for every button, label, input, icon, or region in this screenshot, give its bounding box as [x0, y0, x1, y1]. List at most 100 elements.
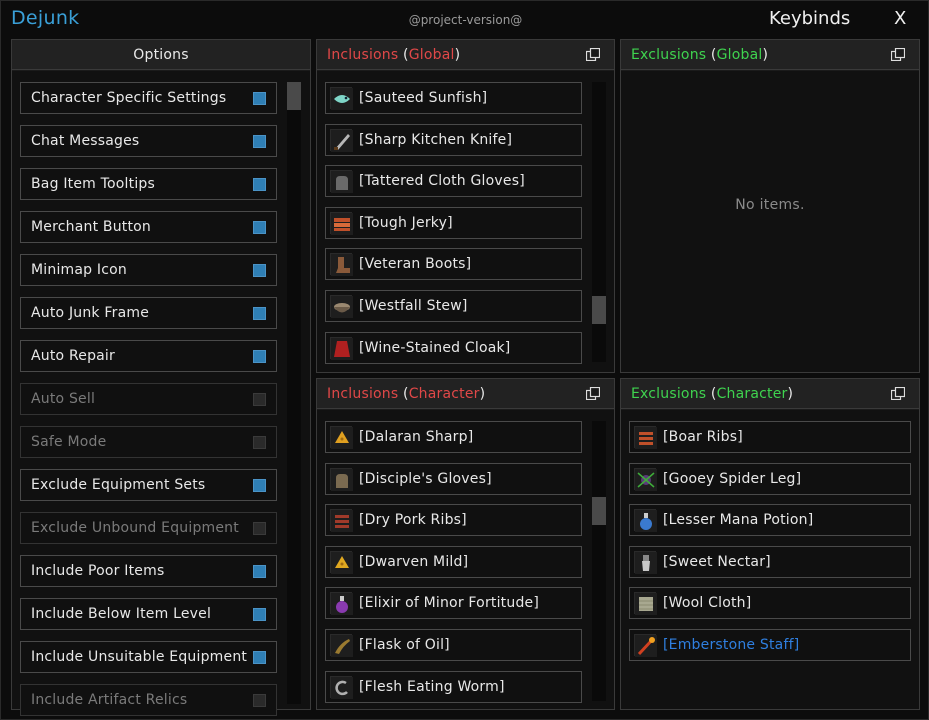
- item-label: [Tattered Cloth Gloves]: [359, 173, 525, 190]
- item-label: [Wool Cloth]: [663, 595, 752, 612]
- cheese-icon: [330, 550, 353, 574]
- item-row[interactable]: [Elixir of Minor Fortitude]: [325, 587, 582, 620]
- option-row: Exclude Unbound Equipment: [20, 512, 277, 544]
- close-button[interactable]: X: [894, 8, 906, 29]
- item-row[interactable]: [Emberstone Staff]: [629, 629, 911, 661]
- options-header: Options: [12, 40, 310, 70]
- inclusions-global-scrollbar[interactable]: [592, 82, 606, 362]
- item-label: [Sharp Kitchen Knife]: [359, 131, 513, 148]
- option-label: Auto Junk Frame: [31, 305, 150, 321]
- inclusions-global-title: Inclusions (Global): [327, 47, 461, 63]
- option-row[interactable]: Minimap Icon: [20, 254, 277, 286]
- item-row[interactable]: [Flask of Oil]: [325, 629, 582, 661]
- option-checkbox[interactable]: [253, 651, 266, 664]
- jerky-icon: [330, 211, 353, 235]
- option-row[interactable]: Chat Messages: [20, 125, 277, 157]
- option-checkbox[interactable]: [253, 307, 266, 320]
- popout-icon[interactable]: [891, 48, 905, 61]
- potion-icon: [634, 509, 657, 533]
- nectar-icon: [634, 550, 657, 574]
- potion-icon: [330, 592, 353, 616]
- cloak-icon: [330, 336, 353, 360]
- item-row[interactable]: [Wine-Stained Cloak]: [325, 331, 582, 364]
- item-row[interactable]: [Dwarven Mild]: [325, 545, 582, 578]
- option-checkbox[interactable]: [253, 565, 266, 578]
- gloves-icon: [330, 467, 353, 491]
- option-checkbox[interactable]: [253, 178, 266, 191]
- inclusions-global-scroll-thumb[interactable]: [592, 296, 606, 324]
- item-row[interactable]: [Tough Jerky]: [325, 206, 582, 239]
- option-checkbox[interactable]: [253, 264, 266, 277]
- option-label: Character Specific Settings: [31, 90, 227, 106]
- flask-icon: [330, 634, 353, 657]
- item-row[interactable]: [Veteran Boots]: [325, 248, 582, 281]
- item-row[interactable]: [Dry Pork Ribs]: [325, 504, 582, 537]
- item-row[interactable]: [Westfall Stew]: [325, 290, 582, 322]
- item-row[interactable]: [Gooey Spider Leg]: [629, 462, 911, 495]
- options-scrollbar[interactable]: [287, 82, 301, 704]
- worm-icon: [330, 675, 353, 699]
- option-checkbox[interactable]: [253, 350, 266, 363]
- item-row[interactable]: [Lesser Mana Potion]: [629, 504, 911, 537]
- ribs-icon: [634, 426, 657, 449]
- option-label: Include Unsuitable Equipment: [31, 649, 248, 665]
- option-label: Auto Repair: [31, 348, 115, 364]
- item-label: [Westfall Stew]: [359, 298, 468, 314]
- inclusions-character-header: Inclusions (Character): [317, 379, 614, 409]
- inclusions-global-header: Inclusions (Global): [317, 40, 614, 70]
- option-row[interactable]: Merchant Button: [20, 211, 277, 243]
- exclusions-global-panel: Exclusions (Global) No items.: [620, 39, 920, 373]
- popout-icon[interactable]: [586, 387, 600, 400]
- item-row[interactable]: [Dalaran Sharp]: [325, 421, 582, 453]
- keybinds-button[interactable]: Keybinds: [769, 8, 850, 29]
- option-row[interactable]: Include Poor Items: [20, 555, 277, 587]
- option-checkbox: [253, 393, 266, 406]
- item-label: [Wine-Stained Cloak]: [359, 339, 511, 356]
- option-checkbox[interactable]: [253, 608, 266, 621]
- option-row: Include Artifact Relics: [20, 684, 277, 716]
- item-row[interactable]: [Sharp Kitchen Knife]: [325, 123, 582, 156]
- inclusions-character-scrollbar[interactable]: [592, 421, 606, 701]
- item-row[interactable]: [Tattered Cloth Gloves]: [325, 165, 582, 198]
- popout-icon[interactable]: [891, 387, 905, 400]
- title-bar[interactable]: Dejunk @project-version@ Keybinds X: [1, 1, 929, 39]
- options-scroll-thumb[interactable]: [287, 82, 301, 110]
- cheese-icon: [330, 426, 353, 449]
- exclusions-global-title: Exclusions (Global): [631, 47, 769, 63]
- option-row: Safe Mode: [20, 426, 277, 458]
- option-checkbox[interactable]: [253, 135, 266, 148]
- item-label: [Sweet Nectar]: [663, 553, 771, 570]
- option-checkbox: [253, 694, 266, 707]
- option-row[interactable]: Auto Repair: [20, 340, 277, 372]
- item-row[interactable]: [Sauteed Sunfish]: [325, 82, 582, 114]
- item-label: [Dwarven Mild]: [359, 553, 469, 570]
- exclusions-character-title: Exclusions (Character): [631, 386, 794, 402]
- item-label: [Sauteed Sunfish]: [359, 90, 488, 106]
- option-row[interactable]: Character Specific Settings: [20, 82, 277, 114]
- option-row: Auto Sell: [20, 383, 277, 415]
- item-row[interactable]: [Wool Cloth]: [629, 587, 911, 620]
- inclusions-character-scroll-thumb[interactable]: [592, 497, 606, 525]
- item-row[interactable]: [Disciple's Gloves]: [325, 462, 582, 495]
- option-checkbox[interactable]: [253, 221, 266, 234]
- option-row[interactable]: Exclude Equipment Sets: [20, 469, 277, 501]
- option-row[interactable]: Auto Junk Frame: [20, 297, 277, 329]
- option-label: Safe Mode: [31, 434, 107, 450]
- item-row[interactable]: [Boar Ribs]: [629, 421, 911, 453]
- option-label: Include Artifact Relics: [31, 692, 188, 708]
- item-label: [Veteran Boots]: [359, 256, 472, 273]
- inclusions-character-panel: Inclusions (Character) [Dalaran Sharp] [D…: [316, 378, 615, 710]
- popout-icon[interactable]: [586, 48, 600, 61]
- option-row[interactable]: Include Below Item Level: [20, 598, 277, 630]
- option-label: Include Poor Items: [31, 563, 165, 579]
- option-row[interactable]: Include Unsuitable Equipment: [20, 641, 277, 673]
- inclusions-character-title: Inclusions (Character): [327, 386, 486, 402]
- item-label: [Gooey Spider Leg]: [663, 470, 802, 487]
- option-checkbox[interactable]: [253, 92, 266, 105]
- ribs-icon: [330, 509, 353, 533]
- option-checkbox[interactable]: [253, 479, 266, 492]
- option-row[interactable]: Bag Item Tooltips: [20, 168, 277, 200]
- item-row[interactable]: [Flesh Eating Worm]: [325, 670, 582, 703]
- item-label: [Emberstone Staff]: [663, 637, 800, 653]
- item-row[interactable]: [Sweet Nectar]: [629, 545, 911, 578]
